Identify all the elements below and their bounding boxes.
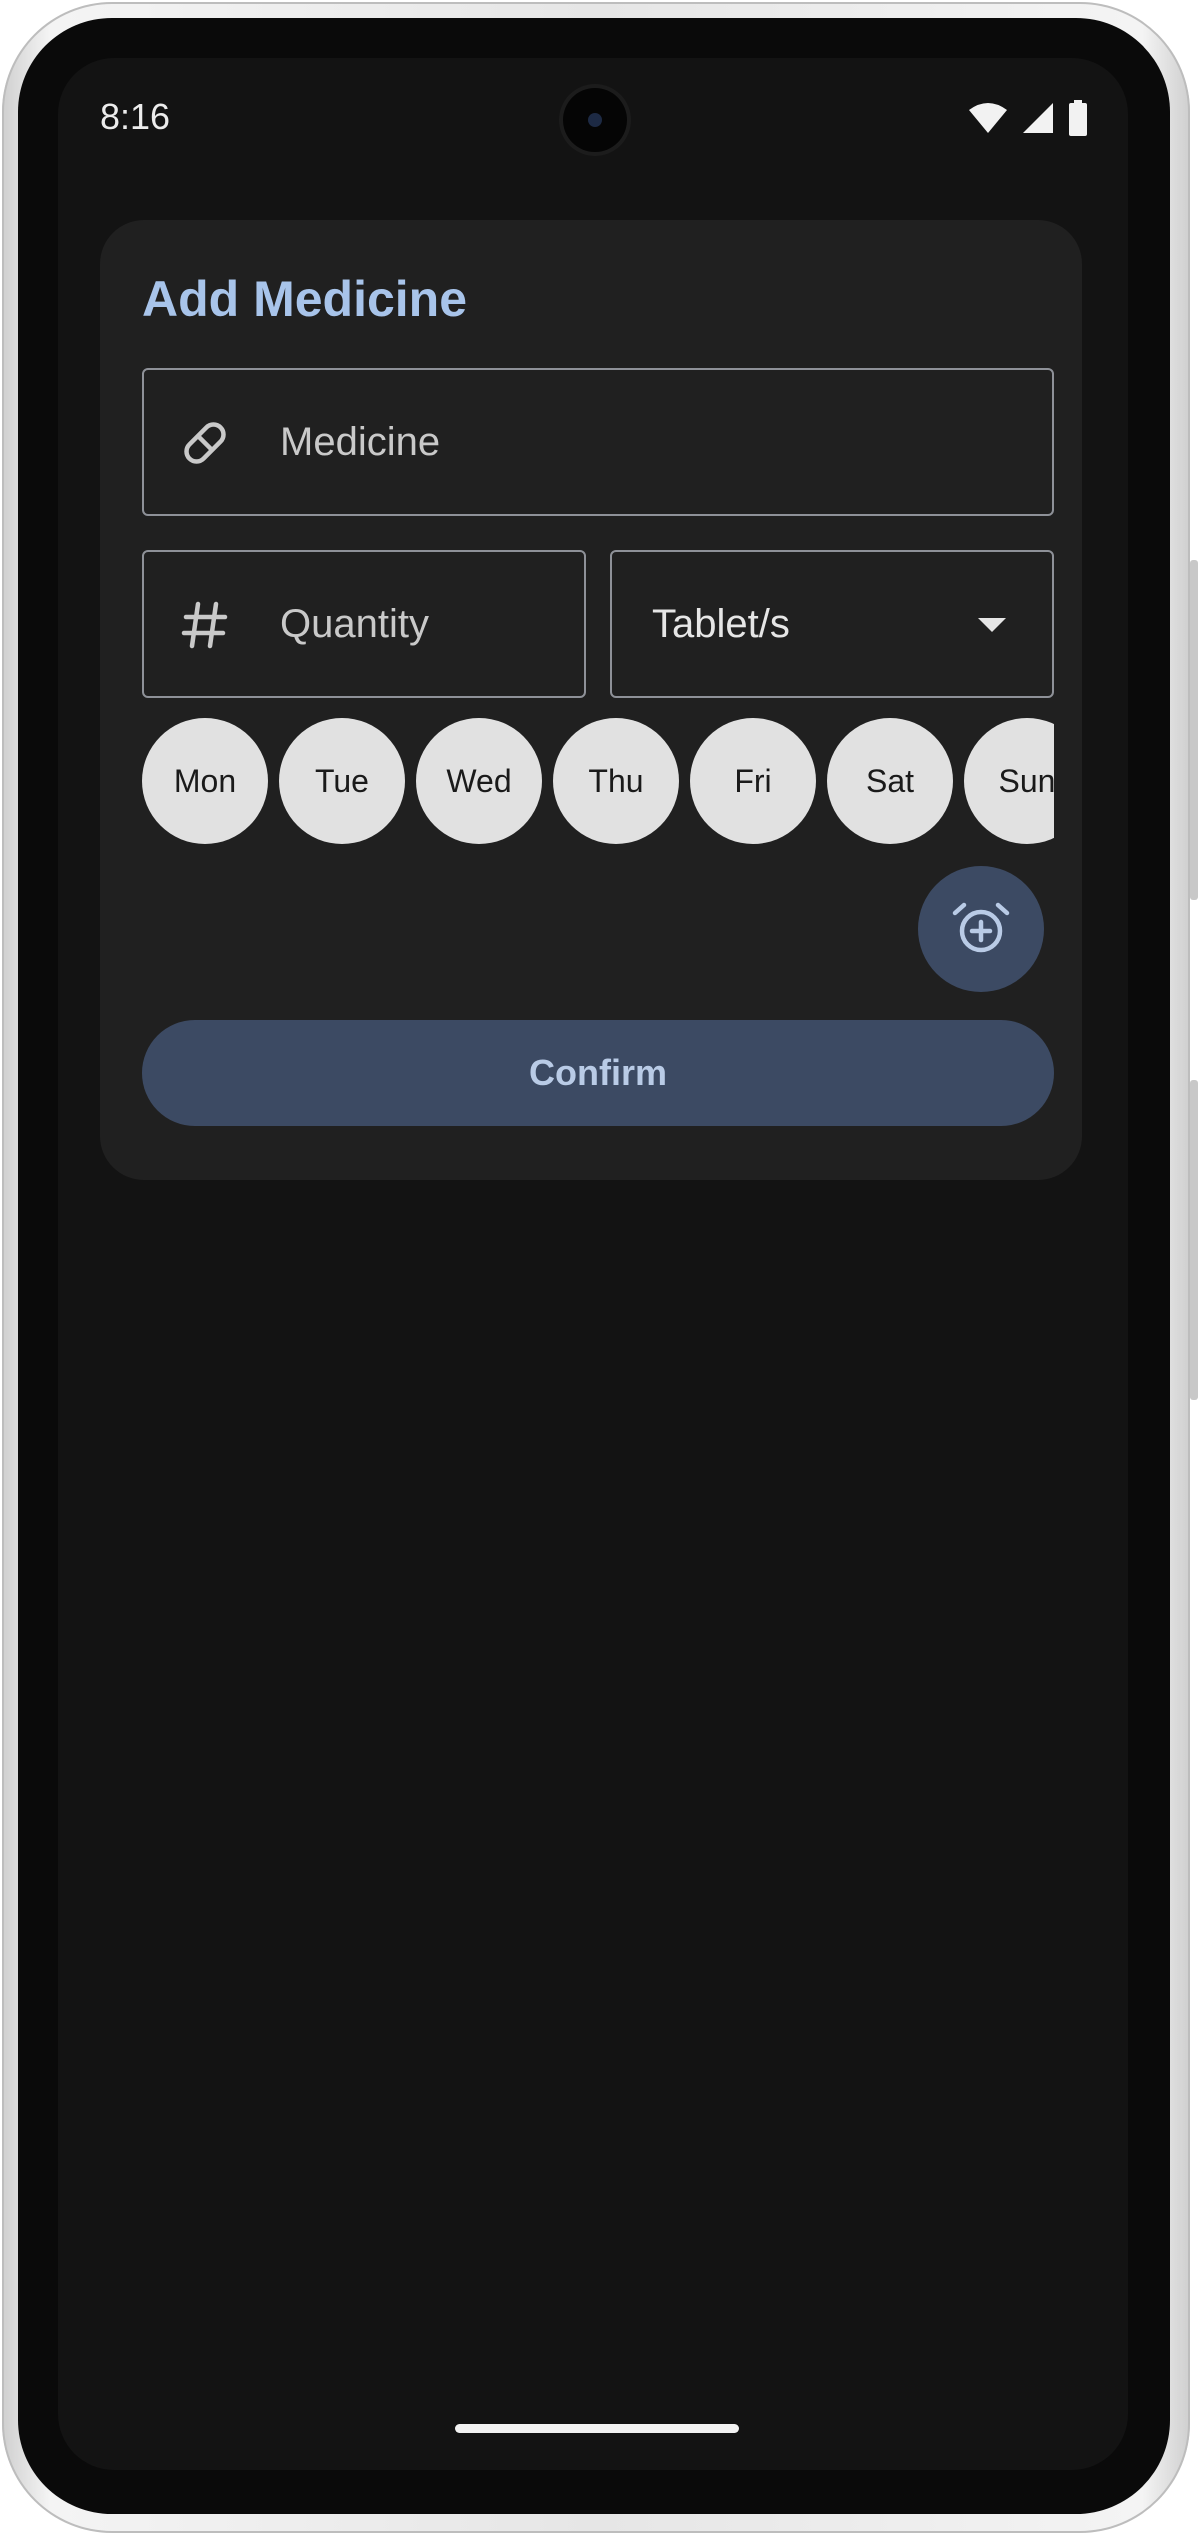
status-time: 8:16 [100, 96, 171, 137]
unit-dropdown[interactable]: Tablet/s [610, 550, 1054, 698]
day-chip-tue[interactable]: Tue [279, 718, 405, 844]
day-chip-sat[interactable]: Sat [827, 718, 953, 844]
phone-device: 8:16 Add Medicine Medicine Quantity Tabl… [0, 0, 1198, 2539]
confirm-button[interactable]: Confirm [142, 1020, 1054, 1126]
day-chip-thu[interactable]: Thu [553, 718, 679, 844]
day-chips-row[interactable]: Mon Tue Wed Thu Fri Sat Sun [142, 718, 1054, 846]
add-alarm-button[interactable] [918, 866, 1044, 992]
app-screen: 8:16 Add Medicine Medicine Quantity Tabl… [58, 58, 1128, 2470]
medicine-placeholder: Medicine [280, 420, 441, 464]
hash-icon [181, 601, 228, 649]
day-chip-wed[interactable]: Wed [416, 718, 542, 844]
quantity-placeholder: Quantity [280, 602, 429, 646]
power-button [1190, 560, 1198, 900]
alarm-add-icon [952, 902, 1010, 953]
add-medicine-dialog: Add Medicine Medicine Quantity Tablet/s … [100, 220, 1082, 1180]
volume-button [1190, 1080, 1198, 1400]
cell-signal-icon [1023, 103, 1053, 133]
dropdown-arrow-icon [978, 618, 1006, 632]
unit-selected-value: Tablet/s [652, 602, 790, 646]
status-icons [968, 100, 1088, 136]
day-chip-sun[interactable]: Sun [964, 718, 1054, 844]
battery-icon [1069, 100, 1087, 136]
medicine-field[interactable]: Medicine [142, 368, 1054, 516]
front-camera [563, 88, 627, 152]
day-chip-fri[interactable]: Fri [690, 718, 816, 844]
dialog-title: Add Medicine [142, 271, 468, 327]
pill-icon [184, 422, 226, 464]
home-indicator[interactable] [455, 2424, 739, 2433]
wifi-icon [969, 103, 1007, 133]
quantity-field[interactable]: Quantity [142, 550, 586, 698]
day-chip-mon[interactable]: Mon [142, 718, 268, 844]
